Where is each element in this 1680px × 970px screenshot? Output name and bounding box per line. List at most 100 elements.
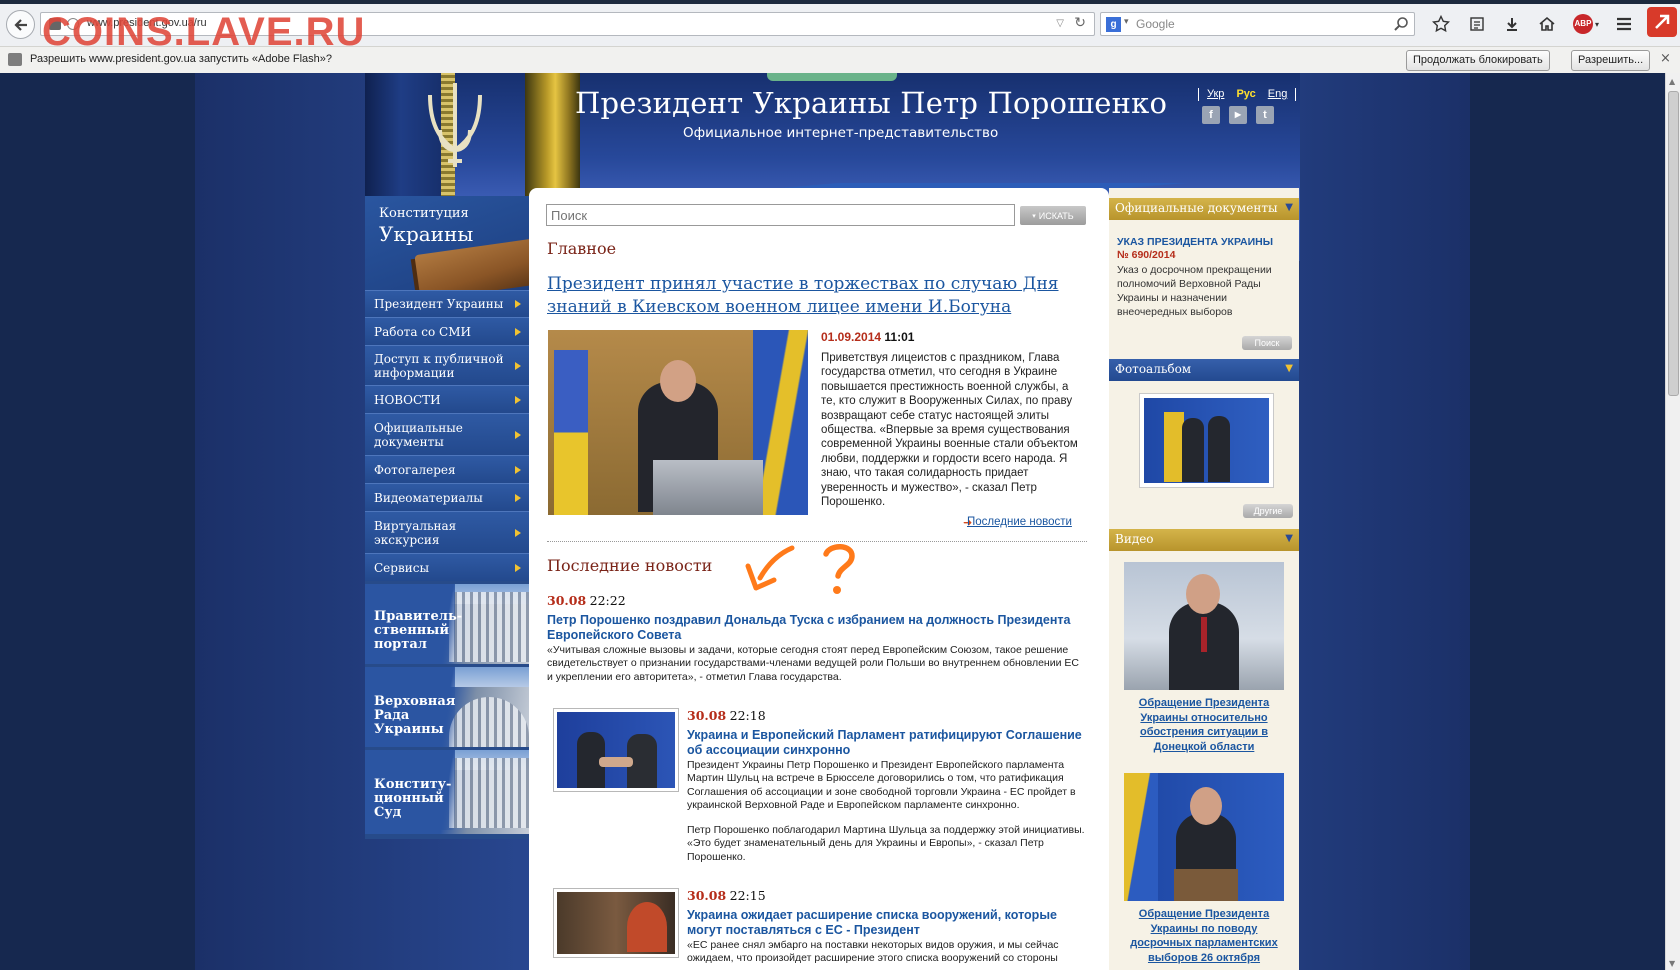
url-dropdown-icon[interactable]: ▽ (1056, 18, 1064, 29)
sidebar-item-label: Видеоматериалы (374, 490, 483, 505)
chevron-down-icon[interactable]: ▼ (1285, 202, 1293, 213)
chevron-down-icon[interactable]: ▼ (1285, 533, 1293, 544)
photo-album-header[interactable]: Фотоальбом ▼ (1109, 359, 1299, 381)
download-icon[interactable] (1501, 13, 1523, 35)
button-arrow-icon: ▾ (1032, 212, 1036, 220)
browser-search-bar[interactable]: g ▾ Google (1100, 12, 1415, 36)
news-title-link[interactable]: Украина и Европейский Парламент ратифици… (687, 728, 1092, 757)
news-title-link[interactable]: Петр Порошенко поздравил Дональда Туска … (547, 613, 1087, 642)
time: 11:01 (884, 330, 915, 344)
arrow-right-icon (515, 528, 521, 537)
sidebar-item-president[interactable]: Президент Украины (365, 290, 529, 317)
panel-title: Фотоальбом (1115, 362, 1192, 376)
reading-list-icon[interactable] (1466, 13, 1488, 35)
news-thumbnail[interactable] (553, 708, 679, 792)
news-body: «ЕС ранее снял эмбарго на поставки некот… (687, 939, 1059, 965)
search-placeholder[interactable]: Google (1136, 17, 1175, 31)
plugin-notification-bar: Разрешить www.president.gov.ua запустить… (0, 46, 1680, 73)
annotation-arrow-icon (730, 540, 870, 600)
decree-title-link[interactable]: УКАЗ ПРЕЗИДЕНТА УКРАИНЫ № 690/2014 (1117, 236, 1297, 262)
youtube-icon[interactable]: ▶ (1229, 106, 1247, 124)
bookmark-star-icon[interactable] (1430, 13, 1452, 35)
search-button-label: ИСКАТЬ (1038, 210, 1074, 221)
verkhovna-rada-banner[interactable]: Верховная Рада Украины (365, 667, 529, 747)
header-tab (767, 73, 897, 81)
scroll-down-icon[interactable]: ▼ (1669, 959, 1675, 968)
sidebar-item-gallery[interactable]: Фотогалерея (365, 455, 529, 483)
video-thumbnail-2[interactable] (1124, 773, 1284, 901)
sidebar-item-label: Работа со СМИ (374, 324, 471, 339)
sidebar-item-public-info[interactable]: Доступ к публичной информации (365, 345, 529, 385)
arrow-right-icon (515, 395, 521, 404)
latest-news-link[interactable]: Последние новости (967, 516, 1072, 528)
video-caption-link-2[interactable]: Обращение Президента Украины по поводу д… (1122, 907, 1286, 967)
social-links: f ▶ t (1202, 106, 1274, 124)
lang-ukr[interactable]: Укр (1207, 88, 1224, 100)
portal-label: Конститу- ционный Суд (374, 777, 452, 820)
reload-icon[interactable]: ↻ (1074, 15, 1086, 31)
arrow-right-icon (515, 361, 521, 370)
adblock-icon: ABP (1572, 14, 1593, 34)
chevron-down-icon[interactable]: ▼ (1285, 363, 1293, 374)
twitter-icon[interactable]: t (1256, 106, 1274, 124)
sidebar-item-news[interactable]: НОВОСТИ (365, 385, 529, 413)
arrow-right-icon (515, 493, 521, 502)
main-headline-link[interactable]: Президент принял участие в торжествах по… (547, 273, 1087, 319)
adblock-button[interactable]: ABP ▾ (1570, 13, 1602, 35)
video-caption-link-1[interactable]: Обращение Президента Украины относительн… (1122, 696, 1286, 754)
main-news-date: 01.09.2014 11:01 (821, 330, 914, 344)
allow-button[interactable]: Разрешить... (1571, 50, 1651, 71)
documents-search-button[interactable]: Поиск (1242, 336, 1292, 350)
home-icon[interactable] (1536, 13, 1558, 35)
sidebar-item-label: Сервисы (374, 560, 429, 575)
main-news-photo[interactable] (548, 330, 808, 515)
panel-title: Официальные документы (1115, 201, 1278, 215)
news-thumbnail[interactable] (553, 888, 679, 958)
close-icon[interactable]: × (1660, 51, 1671, 66)
news-title-link[interactable]: Украина ожидает расширение списка вооруж… (687, 908, 1092, 937)
google-icon[interactable]: g (1106, 17, 1121, 32)
menu-icon[interactable] (1613, 13, 1635, 35)
continue-blocking-button[interactable]: Продолжать блокировать (1406, 50, 1550, 71)
photo-album-thumbnail[interactable] (1139, 393, 1274, 488)
sidebar-item-video[interactable]: Видеоматериалы (365, 483, 529, 511)
sidebar-item-services[interactable]: Сервисы (365, 553, 529, 581)
news-date: 30.08 22:15 (687, 888, 766, 903)
news-body: Президент Украины Петр Порошенко и Прези… (687, 759, 1076, 811)
lang-eng[interactable]: Eng (1268, 88, 1288, 100)
site-search-input[interactable] (546, 204, 1015, 226)
scroll-up-icon[interactable]: ▲ (1669, 77, 1675, 86)
site-subtitle: Официальное интернет-представительство (683, 125, 999, 141)
arrow-right-icon (515, 465, 521, 474)
adblock-dropdown-icon[interactable]: ▾ (1595, 20, 1599, 29)
arrow-right-icon (515, 327, 521, 336)
video-header[interactable]: Видео ▼ (1109, 529, 1299, 551)
sidebar-item-documents[interactable]: Официальные документы (365, 413, 529, 455)
photo-other-button[interactable]: Другие (1243, 504, 1293, 518)
sidebar-item-label: Фотогалерея (374, 462, 456, 477)
sidebar-item-tour[interactable]: Виртуальная экскурсия (365, 511, 529, 553)
back-button[interactable] (6, 10, 35, 39)
language-switcher: Укр Рус Eng (1190, 87, 1304, 101)
sidebar-item-label: Президент Украины (374, 297, 504, 311)
notification-text: Разрешить www.president.gov.ua запустить… (30, 53, 333, 65)
official-documents-header[interactable]: Официальные документы ▼ (1109, 198, 1299, 220)
page-scrollbar[interactable]: ▲ ▼ (1665, 73, 1680, 970)
site-search-button[interactable]: ▾ ИСКАТЬ (1020, 206, 1086, 225)
search-icon[interactable] (1393, 16, 1409, 32)
constitution-banner[interactable]: Конституция Украины (365, 196, 529, 290)
lang-rus[interactable]: Рус (1236, 88, 1255, 100)
tab-strip (0, 0, 1680, 4)
section-title-main: Главное (547, 239, 617, 258)
portal-label: Правитель- ственный портал (374, 609, 463, 652)
constitutional-court-banner[interactable]: Конститу- ционный Суд (365, 750, 529, 834)
portal-label: Верховная Рада Украины (374, 694, 456, 737)
engine-dropdown-icon[interactable]: ▾ (1124, 17, 1129, 27)
scroll-thumb[interactable] (1668, 91, 1679, 396)
facebook-icon[interactable]: f (1202, 106, 1220, 124)
addon-corner-icon[interactable] (1647, 7, 1677, 37)
sidebar-item-media[interactable]: Работа со СМИ (365, 317, 529, 345)
decree-text: Указ о досрочном прекращении полномочий … (1117, 264, 1272, 318)
government-portal-banner[interactable]: Правитель- ственный портал (365, 584, 529, 664)
video-thumbnail-1[interactable] (1124, 562, 1284, 690)
